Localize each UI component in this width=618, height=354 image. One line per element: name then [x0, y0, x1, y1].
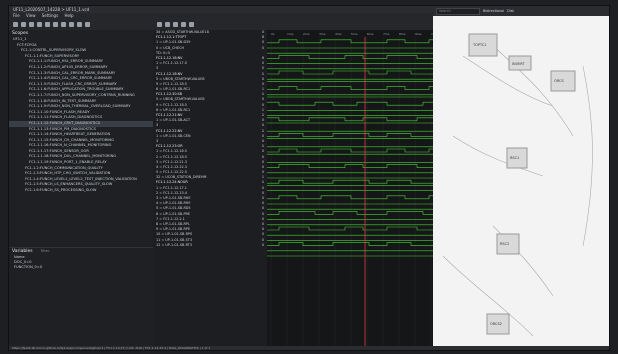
signal-value: 0: [261, 45, 264, 50]
signal-waveform: [267, 55, 433, 59]
menu-file[interactable]: File: [13, 13, 20, 18]
scopes-title: Scopes: [12, 31, 29, 36]
signal-waveform: [267, 39, 433, 44]
status-bar: https://fsolib.lib-mirror.github.io/fg1-…: [9, 346, 609, 350]
scope-tree-item[interactable]: FC1.1.1.7:FUNCH_NON_SUPERVISORY_CONTRNS_…: [9, 93, 153, 99]
timeline-tick-label: 2ms: [303, 32, 310, 36]
timeline-tick-label: 1ms: [287, 32, 294, 36]
signal-waveform: [267, 195, 433, 200]
timeline-tick-label: 8ms: [399, 32, 406, 36]
window-title: UF11_L2020507_14228 > UF11_1.vcd: [9, 6, 433, 13]
graph-depth-select[interactable]: Dist: [507, 9, 514, 13]
graph-mode-select[interactable]: Bidirectional: [483, 9, 504, 13]
graph-pane: Search Bidirectional Dist TOPTC1 ORCS IN…: [433, 6, 609, 346]
settings-icon[interactable]: [189, 22, 194, 27]
signal-waveform: [267, 117, 433, 122]
signal-waveform: [267, 242, 433, 246]
signal-waveform: [267, 164, 433, 168]
graph-node-label: ORCS2: [490, 322, 502, 326]
variable-item[interactable]: FUNCTION_0=0: [9, 265, 153, 270]
open-icon[interactable]: [13, 22, 18, 27]
timeline-tick-label: 6ms: [367, 32, 374, 36]
add-signal-icon[interactable]: [157, 22, 162, 27]
signal-name: 1 = FC1.1.12.17.0: [156, 61, 187, 66]
signal-waveform: [267, 226, 433, 231]
signal-waveform: [267, 148, 433, 153]
menu-settings[interactable]: Settings: [42, 13, 58, 18]
waveform-view[interactable]: 0s1ms2ms3ms4ms5ms6ms7ms8ms9ms10ms: [267, 30, 440, 346]
search-icon[interactable]: [37, 22, 42, 27]
variables-title: Variables: [12, 249, 33, 254]
graph-node-label: INVERT: [512, 62, 525, 66]
main-toolbar: [9, 19, 153, 30]
signal-waveform: [267, 179, 433, 184]
app-window: UF11_L2020507_14228 > UF11_1.vcd File Vi…: [8, 5, 610, 351]
zoom-in-icon[interactable]: [45, 22, 50, 27]
signal-name: 1 = UP-1-01-SB-ACT: [156, 118, 191, 123]
signal-waveform: [267, 86, 433, 90]
signal-name: 1 = UP-1-01-SB-CEN: [156, 133, 191, 138]
timeline-tick-label: 0s: [271, 32, 275, 36]
rewind-icon[interactable]: [61, 22, 66, 27]
scope-tree: UF11_1 FCT:FCPOA FC1.1:CONTRL_SUPERVISORY_…: [9, 37, 153, 245]
zoom-out-icon[interactable]: [53, 22, 58, 27]
timeline-tick-label: 3ms: [319, 32, 326, 36]
scope-tree-item[interactable]: FC1.1.6:FUNCH_SS_PROCESSING_SLOW: [9, 188, 153, 194]
timeline-tick-label: 4ms: [335, 32, 342, 36]
waveform-canvas[interactable]: 0s1ms2ms3ms4ms5ms6ms7ms8ms9ms10ms: [267, 30, 440, 346]
variables-filter[interactable]: Filter: [41, 248, 50, 255]
timeline-tick-label: 9ms: [415, 32, 422, 36]
signal-waveform: [267, 211, 433, 215]
signal-value: 0: [261, 242, 264, 247]
graph-toolbar: Search Bidirectional Dist: [433, 6, 609, 16]
dependency-graph[interactable]: TOPTC1 ORCS INVERT RSC1 RSC2 ORCS2: [433, 16, 609, 346]
signal-waveform: [267, 101, 433, 106]
menu-help[interactable]: Help: [64, 13, 73, 18]
marker-icon[interactable]: [173, 22, 178, 27]
variables-pane: Variables Filter Name DOC_0=0 FUNCTION_0…: [9, 247, 153, 347]
wave-toolbar: [153, 19, 433, 30]
signal-list: 34 = ASOD_STARTHW.VALUE18 0 FC1.1.12.1:TTO…: [153, 30, 268, 346]
graph-node-label: RSC1: [510, 156, 519, 160]
signal-waveform: [267, 133, 433, 137]
timeline-tick-label: 7ms: [383, 32, 390, 36]
menu-view[interactable]: View: [26, 13, 36, 18]
graph-node-label: TOPTC1: [472, 43, 487, 47]
graph-node-label: RSC2: [500, 242, 509, 246]
play-icon[interactable]: [77, 22, 82, 27]
signal-waveform: [267, 70, 433, 75]
zoom-fit-icon[interactable]: [181, 22, 186, 27]
step-forward-icon[interactable]: [85, 22, 90, 27]
graph-search-input[interactable]: Search: [436, 7, 480, 15]
step-back-icon[interactable]: [69, 22, 74, 27]
signal-name: 12 = UP-1-01-SB-RT3: [156, 242, 192, 247]
scopes-pane: Scopes UF11_1 FCT:FCPOA FC1.1:CONTRL_SUPER…: [9, 30, 154, 346]
signal-row[interactable]: 12 = UP-1-01-SB-RT3 0: [153, 243, 267, 248]
cursor-icon[interactable]: [165, 22, 170, 27]
graph-node-label: ORCS: [554, 79, 564, 83]
save-icon[interactable]: [29, 22, 34, 27]
timeline-tick-label: 5ms: [351, 32, 358, 36]
reload-icon[interactable]: [21, 22, 26, 27]
